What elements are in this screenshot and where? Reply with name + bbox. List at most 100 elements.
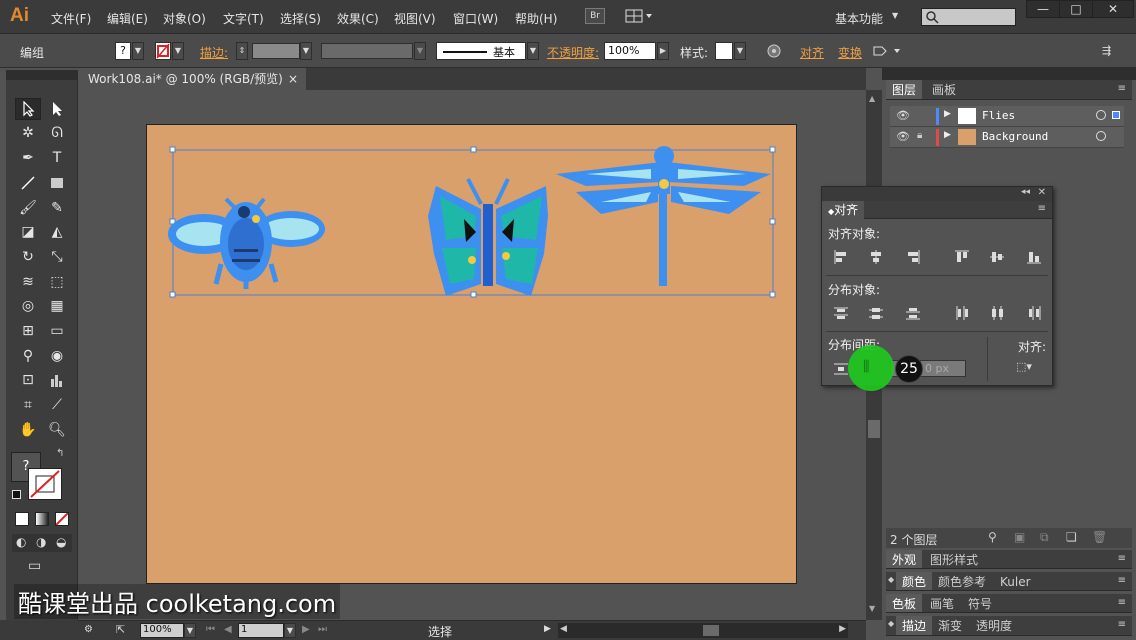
scroll-right-icon[interactable]: ▶ xyxy=(839,624,846,634)
vertical-distribute-center-icon[interactable] xyxy=(867,304,885,322)
opacity-label[interactable]: 不透明度: xyxy=(547,44,599,61)
opacity-input[interactable]: 100% xyxy=(604,42,656,60)
tab-layers[interactable]: 图层 xyxy=(886,80,923,99)
menu-window[interactable]: 窗口(W) xyxy=(453,10,498,27)
rotate-tool-icon[interactable]: ↻ xyxy=(15,246,41,268)
status-menu-arrow-icon[interactable]: ▶ xyxy=(544,624,551,634)
tab-color-guide[interactable]: 颜色参考 xyxy=(932,572,992,590)
eraser-tool-icon[interactable]: ◭ xyxy=(44,221,70,243)
slice-tool-icon[interactable]: ⟋ xyxy=(44,394,70,416)
minimize-button[interactable]: — xyxy=(1026,0,1060,18)
horizontal-distribute-left-icon[interactable] xyxy=(953,304,971,322)
target-icon[interactable] xyxy=(1096,131,1106,141)
first-artboard-icon[interactable]: ⏮ xyxy=(206,624,215,635)
symbol-sprayer-tool-icon[interactable]: ⊡ xyxy=(15,369,41,391)
collapse-arrows-icon[interactable]: ◆ xyxy=(888,575,894,584)
align-panel-titlebar[interactable]: ◂◂ ✕ xyxy=(822,187,1052,201)
free-transform-tool-icon[interactable]: ⬚ xyxy=(44,271,70,293)
recolor-artwork-icon[interactable] xyxy=(766,43,782,59)
width-tool-icon[interactable]: ≋ xyxy=(15,271,41,293)
column-graph-tool-icon[interactable] xyxy=(44,369,70,391)
menu-type[interactable]: 文字(T) xyxy=(223,10,264,27)
isolate-group-icon[interactable] xyxy=(872,43,904,59)
graphic-style-swatch[interactable] xyxy=(715,42,733,60)
menu-select[interactable]: 选择(S) xyxy=(280,10,321,27)
menu-view[interactable]: 视图(V) xyxy=(394,10,436,27)
tab-appearance[interactable]: 外观 xyxy=(886,550,923,568)
horizontal-align-left-icon[interactable] xyxy=(832,248,850,266)
target-icon[interactable] xyxy=(1096,110,1106,120)
horizontal-scroll-thumb[interactable] xyxy=(703,625,719,636)
tab-kuler[interactable]: Kuler xyxy=(994,572,1037,590)
default-colors-icon[interactable] xyxy=(12,490,21,499)
expand-layer-icon[interactable]: ▶ xyxy=(944,130,951,140)
layer-row[interactable]: 👁︎ 🔒︎ ▶ Background xyxy=(890,127,1124,148)
tab-transparency[interactable]: 透明度 xyxy=(970,616,1018,635)
shape-builder-tool-icon[interactable]: ◎ xyxy=(15,295,41,317)
vertical-align-bottom-icon[interactable] xyxy=(1025,248,1043,266)
align-link[interactable]: 对齐 xyxy=(800,44,824,61)
control-bar-menu-icon[interactable]: ⇶ xyxy=(1102,44,1111,57)
graphic-style-dropdown[interactable]: ▼ xyxy=(734,42,746,60)
blob-brush-tool-icon[interactable]: ◪ xyxy=(15,221,41,243)
selection-tool-icon[interactable] xyxy=(15,98,41,120)
draw-inside-icon[interactable]: ◒ xyxy=(56,535,66,549)
tab-graphic-styles[interactable]: 图形样式 xyxy=(924,550,984,568)
fill-swatch[interactable]: ? xyxy=(115,42,131,60)
artboard-number-input[interactable]: 1 xyxy=(238,623,284,638)
horizontal-distribute-center-icon[interactable] xyxy=(988,304,1006,322)
stroke-weight-stepper[interactable]: ⇕ xyxy=(236,42,248,60)
tab-align[interactable]: ◆对齐 xyxy=(822,201,865,219)
appearance-menu-icon[interactable]: ≡ xyxy=(1118,553,1126,564)
stroke-label[interactable]: 描边: xyxy=(200,44,228,61)
fill-dropdown[interactable]: ▼ xyxy=(132,42,144,60)
zoom-tool-icon[interactable]: 🔍︎ xyxy=(44,419,70,441)
transform-link[interactable]: 变换 xyxy=(838,44,862,61)
horizontal-scrollbar[interactable]: ◀ ▶ xyxy=(558,623,848,638)
expand-layer-icon[interactable]: ▶ xyxy=(944,109,951,119)
swap-fill-stroke-icon[interactable]: ↰ xyxy=(56,448,64,459)
previous-artboard-icon[interactable]: ◀ xyxy=(224,624,232,635)
blend-tool-icon[interactable]: ◉ xyxy=(44,345,70,367)
horizontal-align-right-icon[interactable] xyxy=(904,248,922,266)
brush-dropdown[interactable]: ▼ xyxy=(527,42,539,60)
vertical-align-center-icon[interactable] xyxy=(988,248,1006,266)
variable-width-dropdown[interactable]: ▼ xyxy=(414,42,426,60)
pen-tool-icon[interactable]: ✒ xyxy=(15,147,41,169)
collapse-panel-icon[interactable]: ◂◂ xyxy=(1021,187,1030,197)
open-in-bridge-icon[interactable]: ⇱ xyxy=(116,623,125,636)
stroke-color-box[interactable] xyxy=(28,468,62,500)
color-menu-icon[interactable]: ≡ xyxy=(1118,575,1126,586)
color-mode-icon[interactable] xyxy=(15,512,29,526)
lasso-tool-icon[interactable]: ᘏ xyxy=(44,122,70,144)
search-input[interactable] xyxy=(921,8,1016,26)
scale-tool-icon[interactable]: ⤡ xyxy=(44,246,70,268)
line-tool-icon[interactable] xyxy=(15,172,41,194)
menu-help[interactable]: 帮助(H) xyxy=(515,10,557,27)
vertical-distribute-top-icon[interactable] xyxy=(832,304,850,322)
stroke-weight-dropdown[interactable]: ▼ xyxy=(300,42,312,60)
artboard-tool-icon[interactable]: ⌗ xyxy=(15,394,41,416)
last-artboard-icon[interactable]: ⏭ xyxy=(318,624,327,635)
arrange-documents-icon[interactable] xyxy=(625,8,655,24)
lock-icon[interactable]: 🔒︎ xyxy=(917,130,922,141)
workspace-dropdown-icon[interactable]: ▼ xyxy=(892,11,898,20)
paintbrush-tool-icon[interactable]: 🖌 xyxy=(15,197,41,219)
type-tool-icon[interactable]: T xyxy=(44,147,70,169)
variable-width-profile[interactable] xyxy=(321,43,413,59)
locate-object-icon[interactable]: ⚲ xyxy=(988,530,997,544)
layers-panel-menu-icon[interactable]: ≡ xyxy=(1118,83,1126,94)
tab-color[interactable]: 颜色 xyxy=(896,572,933,590)
zoom-level-input[interactable]: 100% xyxy=(140,623,184,638)
tab-brushes[interactable]: 画笔 xyxy=(924,594,960,612)
menu-effect[interactable]: 效果(C) xyxy=(337,10,379,27)
selection-indicator[interactable] xyxy=(1112,111,1120,119)
visibility-eye-icon[interactable]: 👁︎ xyxy=(896,130,910,143)
visibility-eye-icon[interactable]: 👁︎ xyxy=(896,109,910,122)
vertical-scroll-thumb[interactable] xyxy=(868,420,880,438)
screen-mode-icon[interactable]: ▭ xyxy=(28,558,52,576)
workspace-switcher[interactable]: 基本功能 xyxy=(835,10,883,27)
artboard-dropdown[interactable]: ▼ xyxy=(284,623,296,638)
horizontal-distribute-space-icon[interactable]: ⫼ xyxy=(863,359,869,375)
artwork-svg[interactable] xyxy=(146,124,797,584)
